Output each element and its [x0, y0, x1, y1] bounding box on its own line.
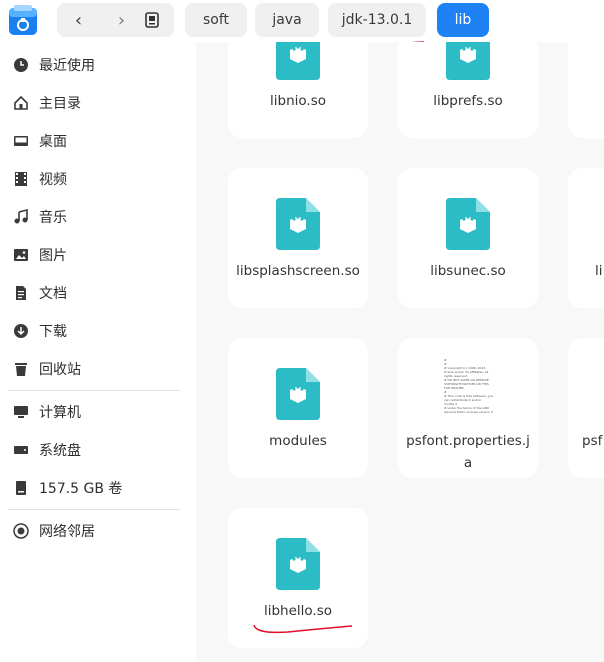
shared-library-file-icon — [276, 198, 320, 250]
file-item[interactable]: libnio.so — [228, 42, 368, 138]
file-name: psf — [582, 433, 603, 449]
file-manager-logo — [8, 4, 38, 36]
file-item[interactable]: li — [568, 168, 604, 308]
annotation-underline-path — [253, 624, 353, 634]
file-name: libsunec.so — [430, 263, 506, 279]
file-name: libprefs.so — [433, 93, 503, 109]
sidebar-divider — [8, 509, 180, 510]
trash-icon — [12, 360, 30, 378]
breadcrumb-jdk[interactable]: jdk-13.0.1 — [328, 3, 426, 37]
file-item[interactable]: # # # Copyright (c) 1996, 2013, Oracle a… — [398, 338, 538, 478]
breadcrumb-root-drive[interactable] — [130, 3, 174, 37]
music-icon — [12, 208, 30, 226]
sidebar-item-pictures[interactable]: 图片 — [12, 241, 67, 269]
home-icon — [12, 94, 30, 112]
sidebar-item-network[interactable]: 网络邻居 — [12, 517, 95, 545]
network-icon — [12, 522, 30, 540]
file-grid: libnio.so libprefs.so libsplashscreen.so… — [196, 42, 604, 662]
sidebar-item-volume[interactable]: 157.5 GB 卷 — [12, 474, 122, 502]
file-item[interactable]: libsunec.so — [398, 168, 538, 308]
chevron-right-icon: › — [117, 9, 126, 31]
shared-library-file-icon — [276, 42, 320, 80]
sidebar-item-home[interactable]: 主目录 — [12, 89, 81, 117]
shared-library-file-icon — [276, 538, 320, 590]
picture-icon — [12, 246, 30, 264]
file-item[interactable]: libsplashscreen.so — [228, 168, 368, 308]
chevron-left-icon: ‹ — [74, 9, 83, 31]
shared-library-file-icon — [276, 368, 320, 420]
sidebar-item-downloads[interactable]: 下载 — [12, 317, 67, 345]
file-name: li — [595, 263, 603, 279]
file-item[interactable] — [568, 42, 604, 138]
file-item[interactable]: libhello.so — [228, 508, 368, 648]
drive-icon — [12, 441, 30, 459]
file-name: modules — [269, 433, 327, 449]
shared-library-file-icon — [446, 198, 490, 250]
file-item[interactable]: libprefs.so — [398, 42, 538, 138]
sidebar-item-trash[interactable]: 回收站 — [12, 355, 81, 383]
sidebar-item-documents[interactable]: 文档 — [12, 279, 67, 307]
video-icon — [12, 170, 30, 188]
document-icon — [12, 284, 30, 302]
breadcrumb-soft[interactable]: soft — [185, 3, 247, 37]
text-preview-thumbnail: # # # Copyright (c) 1996, 2013, Oracle a… — [444, 358, 494, 414]
file-item[interactable]: psf — [568, 338, 604, 478]
breadcrumb-java[interactable]: java — [255, 3, 319, 37]
sidebar-item-videos[interactable]: 视频 — [12, 165, 67, 193]
sidebar-item-music[interactable]: 音乐 — [12, 203, 67, 231]
drive-icon — [145, 12, 159, 28]
sidebar: 最近使用 主目录 桌面 视频 音乐 图片 文档 下载 回收站 计算机 系统盘 1… — [0, 42, 190, 662]
file-name: psfont.properties.ja — [406, 433, 530, 471]
shared-library-file-icon — [446, 42, 490, 80]
computer-icon — [12, 403, 30, 421]
clock-icon — [12, 56, 30, 74]
toolbar: ‹ › soft java jdk-13.0.1 lib — [0, 0, 604, 48]
file-name: libsplashscreen.so — [236, 263, 360, 279]
sidebar-item-computer[interactable]: 计算机 — [12, 398, 81, 426]
sidebar-divider — [8, 390, 180, 391]
desktop-icon — [12, 132, 30, 150]
download-icon — [12, 322, 30, 340]
drive-icon — [12, 479, 30, 497]
breadcrumb-lib[interactable]: lib — [437, 3, 489, 37]
file-name: libhello.so — [263, 603, 333, 619]
sidebar-item-desktop[interactable]: 桌面 — [12, 127, 67, 155]
sidebar-item-system-disk[interactable]: 系统盘 — [12, 436, 81, 464]
sidebar-item-recent[interactable]: 最近使用 — [12, 51, 95, 79]
file-item[interactable]: modules — [228, 338, 368, 478]
back-button[interactable]: ‹ — [57, 3, 100, 37]
file-name: libnio.so — [270, 93, 326, 109]
